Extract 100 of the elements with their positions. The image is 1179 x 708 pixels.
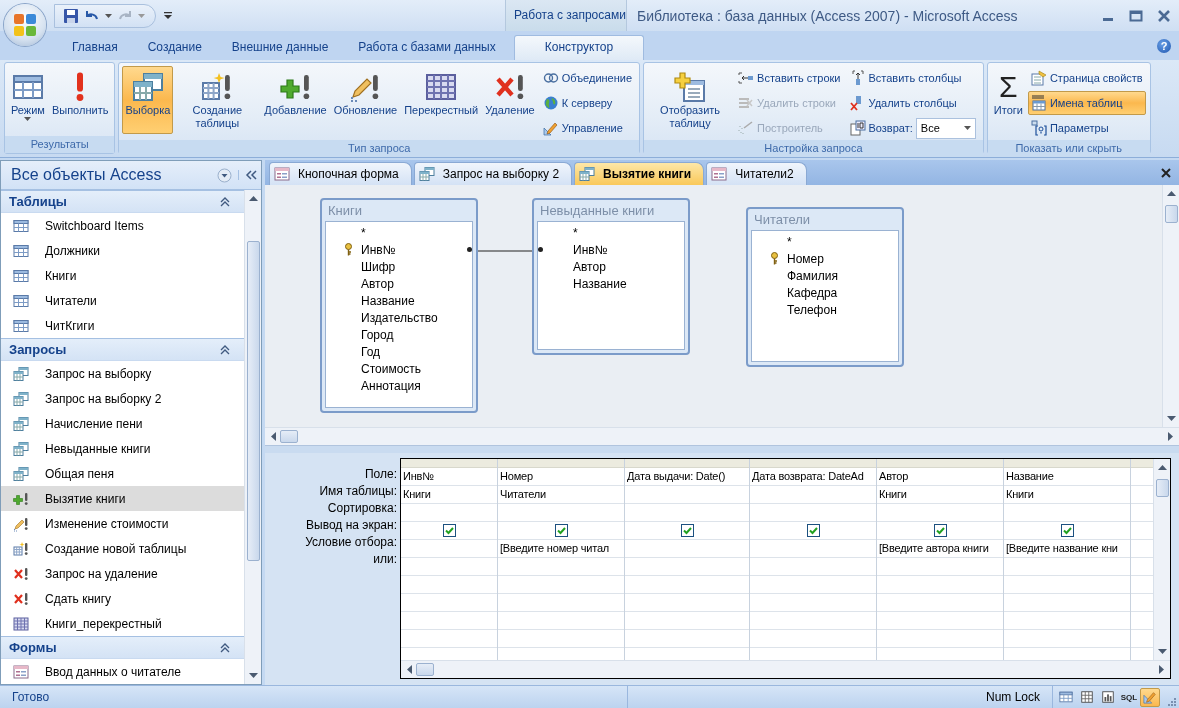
ribbon-button[interactable]: Удалить столбцы <box>846 91 979 115</box>
column-selector[interactable] <box>750 459 876 468</box>
table-cell[interactable]: Название <box>1004 468 1130 486</box>
navigation-item[interactable]: Должники <box>1 238 244 263</box>
table-cell[interactable]: Автор <box>877 468 1003 486</box>
ribbon-button[interactable]: Вставить строки <box>735 66 844 90</box>
view-button[interactable]: SQL <box>1119 687 1139 707</box>
navigation-item[interactable]: Switchboard Items <box>1 213 244 238</box>
scroll-right-arrow-icon[interactable] <box>1168 432 1174 441</box>
vertical-scrollbar[interactable] <box>244 190 261 684</box>
column-selector[interactable] <box>877 459 1003 468</box>
checkbox[interactable] <box>442 524 456 537</box>
document-tab[interactable]: Кнопочная форма <box>269 162 412 185</box>
scroll-thumb[interactable] <box>246 241 260 561</box>
ribbon-tab[interactable]: Внешние данные <box>217 35 343 60</box>
ribbon-button[interactable]: Выполнить <box>48 66 112 134</box>
navigation-item[interactable]: Запрос на выборку <box>1 361 244 386</box>
navigation-item[interactable]: Ввод данных о читателе <box>1 659 244 684</box>
navigation-item[interactable]: Начисление пени <box>1 411 244 436</box>
field-name[interactable]: Инв№ <box>573 242 608 257</box>
field-name[interactable]: * <box>573 225 578 240</box>
scroll-thumb[interactable] <box>280 430 298 443</box>
field-name[interactable]: Стоимость <box>361 361 422 376</box>
return-dropdown[interactable]: Все <box>915 117 976 139</box>
field-name[interactable]: Автор <box>573 259 606 274</box>
close-icon[interactable] <box>1161 167 1171 178</box>
field-name[interactable]: Кафедра <box>787 285 838 300</box>
scroll-left-arrow-icon[interactable] <box>270 432 276 441</box>
save-icon[interactable] <box>63 7 79 24</box>
document-tab[interactable]: Вызятие книги <box>574 162 705 185</box>
table-cell[interactable]: [Введите автора книги <box>877 540 1003 558</box>
ribbon-button[interactable]: Σ Итоги <box>990 66 1026 134</box>
field-name[interactable]: Название <box>361 293 415 308</box>
document-tab[interactable]: Читатели2 <box>706 162 807 185</box>
table-field-list[interactable]: Читатели * Номер Фамилия Кафедра Телефон <box>746 207 904 367</box>
ribbon-tab[interactable]: Конструктор <box>513 35 645 60</box>
office-button[interactable] <box>4 4 46 46</box>
column-selector[interactable] <box>1004 459 1130 468</box>
ribbon-button[interactable]: Создание таблицы <box>174 66 261 134</box>
ribbon-button[interactable]: Имена таблиц <box>1027 91 1146 115</box>
ribbon-button[interactable]: Добавление <box>261 66 330 134</box>
field-name[interactable]: Инв№ <box>361 242 396 257</box>
field-name[interactable]: Телефон <box>787 302 837 317</box>
scroll-down-arrow-icon[interactable] <box>248 673 258 679</box>
field-name[interactable]: * <box>361 225 366 240</box>
table-cell[interactable]: [Введите номер читал <box>498 540 624 558</box>
ribbon-button[interactable]: Вставить столбцы <box>846 66 979 90</box>
field-name[interactable]: Фамилия <box>787 268 838 283</box>
field-name[interactable]: Аннотация <box>361 378 421 393</box>
ribbon-button[interactable]: Отобразить таблицу <box>647 66 734 134</box>
ribbon-button[interactable]: Страница свойств <box>1027 66 1146 90</box>
table-cell[interactable]: Читатели <box>498 486 624 504</box>
field-name[interactable]: Автор <box>361 276 394 291</box>
column-selector[interactable] <box>498 459 624 468</box>
ribbon-tab[interactable]: Работа с базами данных <box>344 35 510 60</box>
customize-toolbar-icon[interactable] <box>164 12 172 19</box>
scroll-thumb[interactable] <box>416 663 434 676</box>
field-name[interactable]: Номер <box>787 251 824 266</box>
column-selector[interactable] <box>401 459 497 468</box>
table-cell[interactable]: Дата возврата: DateAd <box>750 468 876 486</box>
field-name[interactable]: Шифр <box>361 259 396 274</box>
navigation-item[interactable]: ЧитКгиги <box>1 313 244 338</box>
ribbon-tab[interactable]: Главная <box>58 35 132 60</box>
scroll-left-arrow-icon[interactable] <box>406 665 412 674</box>
close-icon[interactable] <box>1157 8 1171 23</box>
ribbon-button[interactable]: Обновление <box>330 66 401 134</box>
scroll-down-arrow-icon[interactable] <box>1157 649 1167 655</box>
ribbon-button[interactable]: Выборка <box>122 66 174 134</box>
navigation-item[interactable]: Запрос на выборку 2 <box>1 386 244 411</box>
navigation-item[interactable]: Создание новой таблицы <box>1 536 244 561</box>
checkbox[interactable] <box>554 524 568 537</box>
navigation-item[interactable]: Книги <box>1 263 244 288</box>
field-name[interactable]: Издательство <box>361 310 438 325</box>
table-cell[interactable]: Книги <box>1004 486 1130 504</box>
navigation-item[interactable]: Сдать книгу <box>1 586 244 611</box>
vertical-scrollbar[interactable] <box>1162 185 1179 427</box>
table-cell[interactable]: Инв№ <box>401 468 497 486</box>
navigation-item[interactable]: Изменение стоимости <box>1 511 244 536</box>
ribbon-button[interactable]: К серверу <box>539 91 636 115</box>
group-header[interactable]: Таблицы <box>1 190 244 213</box>
scroll-thumb[interactable] <box>1155 479 1169 497</box>
scroll-up-arrow-icon[interactable] <box>248 195 258 201</box>
table-field-list[interactable]: Книги * Инв№ Шифр Автор Название Издательство Город Год Стоимость Аннотация <box>320 198 478 413</box>
table-cell[interactable]: [Введите название кни <box>1004 540 1130 558</box>
checkbox[interactable] <box>806 524 820 537</box>
scroll-down-arrow-icon[interactable] <box>1166 416 1176 422</box>
checkbox[interactable] <box>1060 524 1074 537</box>
collapse-pane-icon[interactable] <box>238 170 257 180</box>
ribbon-button[interactable]: Объединение <box>539 66 636 90</box>
field-name[interactable]: * <box>787 234 792 249</box>
ribbon-tab[interactable]: Создание <box>133 35 216 60</box>
table-cell[interactable]: Книги <box>877 486 1003 504</box>
navigation-item[interactable]: Запрос на удаление <box>1 561 244 586</box>
ribbon-button[interactable]: Параметры <box>1027 116 1146 140</box>
group-header[interactable]: Формы <box>1 636 244 659</box>
ribbon-button[interactable]: Режим <box>8 66 48 134</box>
document-tab[interactable]: Запрос на выборку 2 <box>413 162 573 185</box>
scroll-up-arrow-icon[interactable] <box>1166 190 1176 196</box>
ribbon-button[interactable]: Управление <box>539 116 636 140</box>
checkbox[interactable] <box>680 524 694 537</box>
